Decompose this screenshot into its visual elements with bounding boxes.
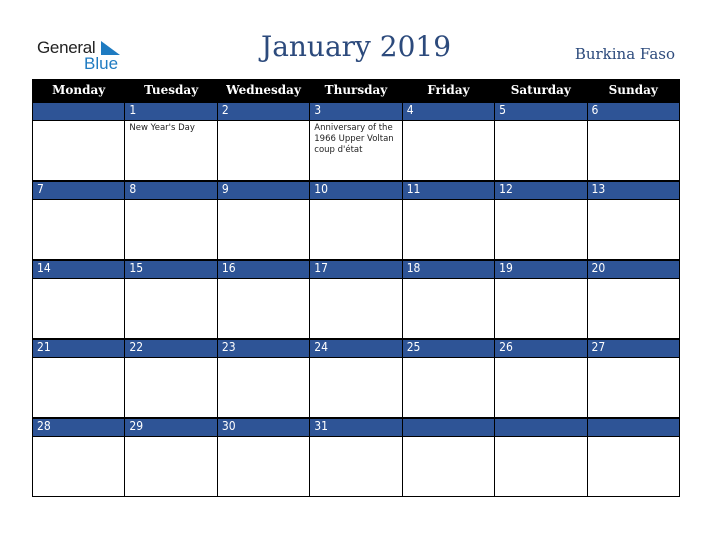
week-events-row bbox=[31, 199, 681, 261]
day-cell-events[interactable] bbox=[494, 120, 588, 182]
calendar-grid: Monday Tuesday Wednesday Thursday Friday… bbox=[31, 79, 681, 497]
day-cell-events[interactable] bbox=[124, 278, 218, 340]
day-cell-events[interactable] bbox=[216, 120, 311, 182]
day-cell-events[interactable] bbox=[401, 278, 496, 340]
day-number: 8 bbox=[124, 180, 218, 200]
day-cell-events[interactable] bbox=[401, 357, 496, 419]
day-number: 15 bbox=[124, 259, 218, 279]
day-number: 21 bbox=[31, 338, 126, 358]
day-cell-events[interactable] bbox=[309, 278, 403, 340]
day-cell-events[interactable]: Anniversary of the 1966 Upper Voltan cou… bbox=[309, 120, 403, 182]
day-cell-events[interactable] bbox=[31, 120, 126, 182]
day-cell-events[interactable] bbox=[124, 436, 218, 497]
day-number: 27 bbox=[586, 338, 681, 358]
day-number: 23 bbox=[216, 338, 311, 358]
day-number: 5 bbox=[494, 101, 588, 121]
day-number: 20 bbox=[586, 259, 681, 279]
day-cell-events[interactable] bbox=[31, 278, 126, 340]
day-cell-events[interactable] bbox=[216, 278, 311, 340]
day-number: 17 bbox=[309, 259, 403, 279]
weekday-header-row: Monday Tuesday Wednesday Thursday Friday… bbox=[31, 79, 681, 102]
day-cell-events[interactable] bbox=[494, 278, 588, 340]
day-cell-events[interactable] bbox=[586, 199, 681, 261]
day-number: 1 bbox=[124, 101, 218, 121]
day-number: 25 bbox=[401, 338, 496, 358]
week-events-row bbox=[31, 436, 681, 497]
weekday-header: Wednesday bbox=[216, 79, 311, 102]
week-events-row bbox=[31, 357, 681, 419]
weekday-header: Monday bbox=[31, 79, 126, 102]
week-number-row: 7 8 9 10 11 12 13 bbox=[31, 180, 681, 200]
day-number: 2 bbox=[216, 101, 311, 121]
day-cell-events[interactable] bbox=[494, 357, 588, 419]
day-number: 10 bbox=[309, 180, 403, 200]
weekday-header: Friday bbox=[401, 79, 496, 102]
day-cell-events[interactable] bbox=[124, 199, 218, 261]
day-cell-events[interactable] bbox=[401, 120, 496, 182]
day-cell-events[interactable] bbox=[216, 357, 311, 419]
week-number-row: 14 15 16 17 18 19 20 bbox=[31, 259, 681, 279]
day-number: 11 bbox=[401, 180, 496, 200]
day-cell-events[interactable] bbox=[31, 436, 126, 497]
week-number-row: 28 29 30 31 bbox=[31, 417, 681, 437]
day-number: 19 bbox=[494, 259, 588, 279]
day-cell-events[interactable] bbox=[31, 357, 126, 419]
day-number bbox=[494, 417, 588, 437]
day-cell-events[interactable] bbox=[216, 436, 311, 497]
week-events-row bbox=[31, 278, 681, 340]
day-cell-events[interactable] bbox=[216, 199, 311, 261]
day-number: 7 bbox=[31, 180, 126, 200]
day-number: 3 bbox=[309, 101, 403, 121]
day-cell-events[interactable] bbox=[401, 436, 496, 497]
day-cell-events[interactable] bbox=[401, 199, 496, 261]
day-number bbox=[401, 417, 496, 437]
day-number: 4 bbox=[401, 101, 496, 121]
day-number: 18 bbox=[401, 259, 496, 279]
day-cell-events[interactable] bbox=[31, 199, 126, 261]
day-cell-events[interactable] bbox=[309, 357, 403, 419]
week-number-row: 21 22 23 24 25 26 27 bbox=[31, 338, 681, 358]
day-cell-events[interactable] bbox=[586, 357, 681, 419]
day-cell-events[interactable] bbox=[309, 436, 403, 497]
day-cell-events[interactable] bbox=[586, 436, 681, 497]
country-label: Burkina Faso bbox=[574, 45, 675, 63]
weekday-header: Sunday bbox=[586, 79, 681, 102]
weekday-header: Tuesday bbox=[124, 79, 218, 102]
day-number: 30 bbox=[216, 417, 311, 437]
day-cell-events[interactable] bbox=[494, 436, 588, 497]
day-cell-events[interactable]: New Year's Day bbox=[124, 120, 218, 182]
day-cell-events[interactable] bbox=[586, 120, 681, 182]
day-number: 12 bbox=[494, 180, 588, 200]
weekday-header: Saturday bbox=[494, 79, 588, 102]
day-number: 29 bbox=[124, 417, 218, 437]
day-number bbox=[31, 101, 126, 121]
day-cell-events[interactable] bbox=[309, 199, 403, 261]
day-number: 22 bbox=[124, 338, 218, 358]
day-number: 26 bbox=[494, 338, 588, 358]
day-number: 16 bbox=[216, 259, 311, 279]
week-events-row: New Year's Day Anniversary of the 1966 Up… bbox=[31, 120, 681, 182]
day-cell-events[interactable] bbox=[494, 199, 588, 261]
day-number bbox=[586, 417, 681, 437]
day-number: 14 bbox=[31, 259, 126, 279]
weekday-header: Thursday bbox=[309, 79, 403, 102]
day-cell-events[interactable] bbox=[124, 357, 218, 419]
day-cell-events[interactable] bbox=[586, 278, 681, 340]
week-number-row: 123456 bbox=[31, 101, 681, 121]
day-number: 28 bbox=[31, 417, 126, 437]
day-number: 13 bbox=[586, 180, 681, 200]
day-number: 9 bbox=[216, 180, 311, 200]
day-number: 31 bbox=[309, 417, 403, 437]
day-number: 6 bbox=[586, 101, 681, 121]
day-number: 24 bbox=[309, 338, 403, 358]
